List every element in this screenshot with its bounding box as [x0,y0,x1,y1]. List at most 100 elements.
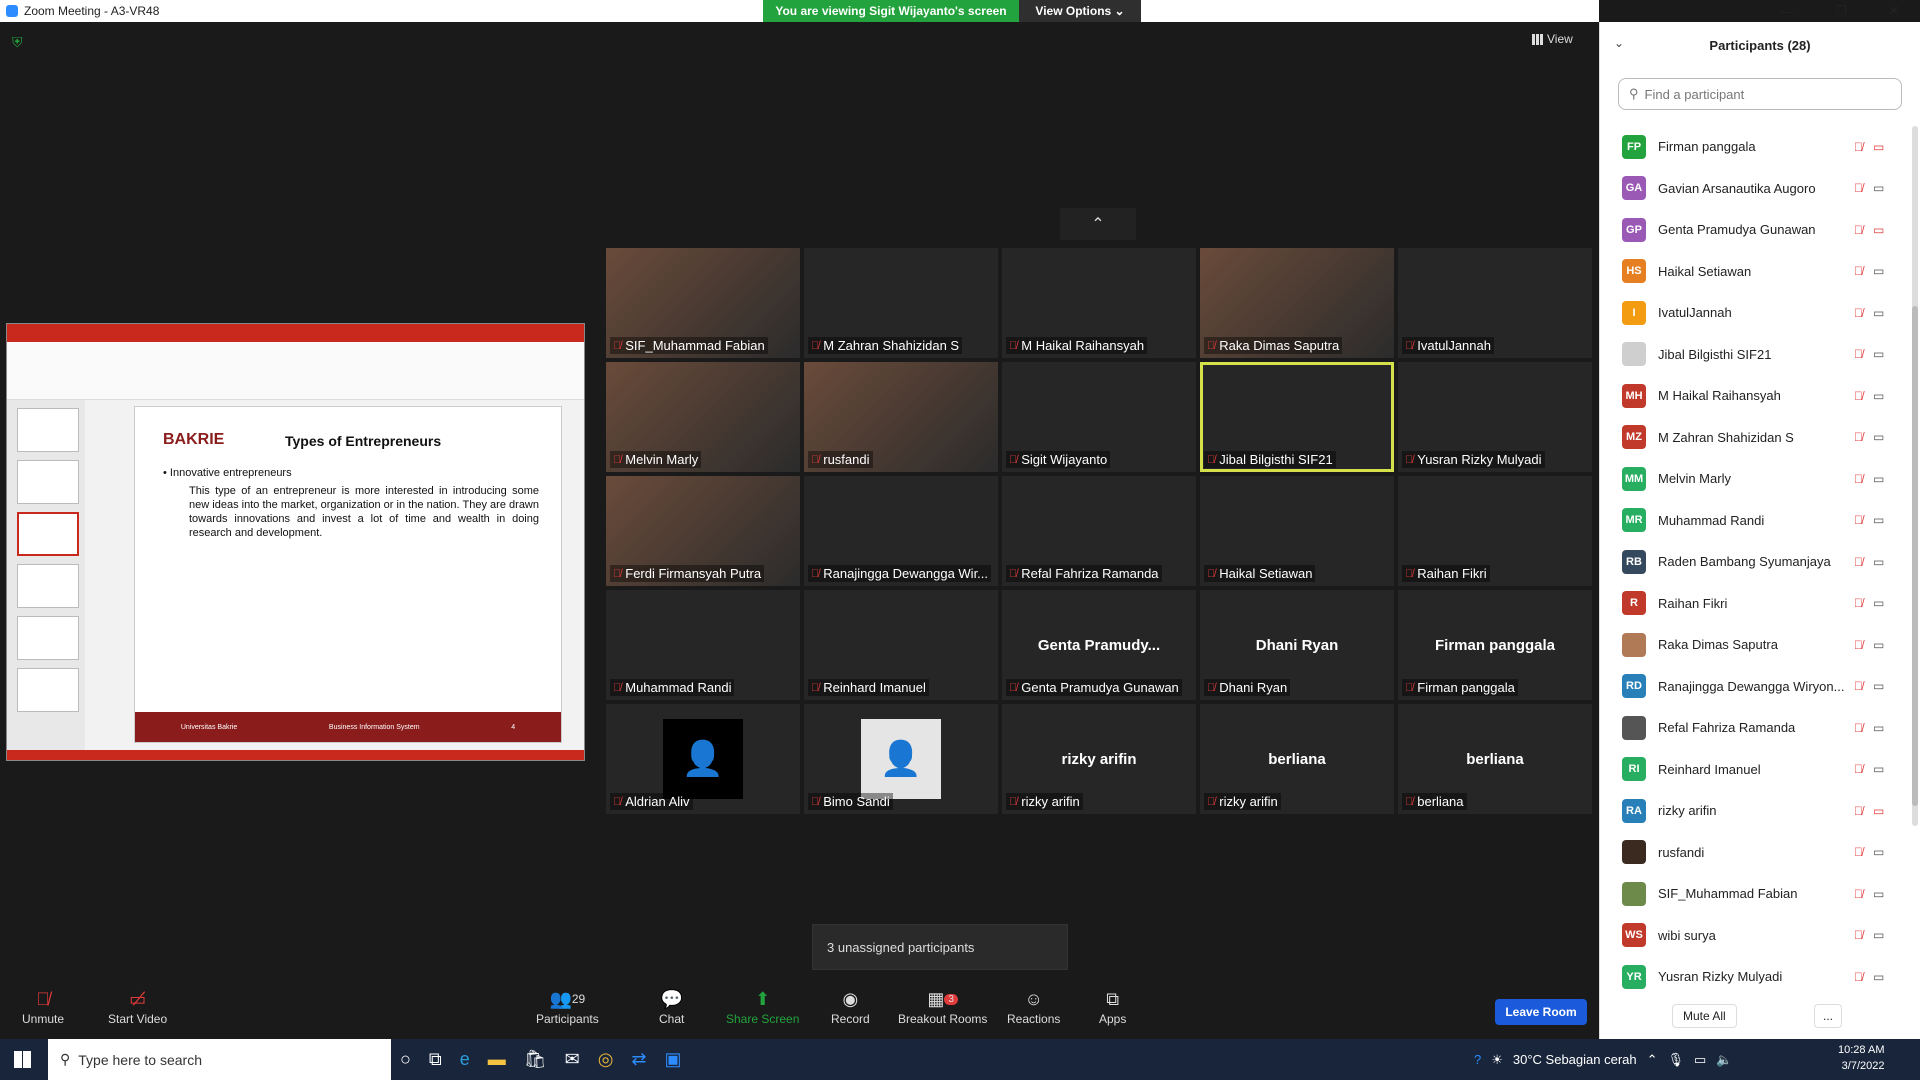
participant-row[interactable]: MR Muhammad Randi 🎙̸ ▭ [1600,500,1906,541]
taskbar-search-input[interactable]: ⚲ Type here to search [48,1039,391,1080]
participant-row[interactable]: RD Ranajingga Dewangga Wiryon... 🎙̸ ▭ [1600,666,1906,707]
mic-muted-icon[interactable]: 🎙̸ [1854,306,1863,320]
video-tile[interactable]: 🎙̸ Muhammad Randi [606,590,800,700]
mic-muted-icon[interactable]: 🎙̸ [1854,721,1863,735]
mic-muted-icon[interactable]: 🎙̸ [1854,223,1863,237]
participant-row[interactable]: MM Melvin Marly 🎙̸ ▭ [1600,458,1906,499]
participant-row[interactable]: RB Raden Bambang Syumanjaya 🎙̸ ▭ [1600,541,1906,582]
weather-text[interactable]: 30°C Sebagian cerah [1513,1052,1637,1067]
network-icon[interactable]: ▭ [1694,1052,1706,1068]
video-tile[interactable]: 👤 🎙̸ Aldrian Aliv [606,704,800,814]
video-tile[interactable]: berliana 🎙̸ berliana [1398,704,1592,814]
participant-row[interactable]: Jibal Bilgisthi SIF21 🎙̸ ▭ [1600,334,1906,375]
scrollbar-thumb[interactable] [1912,306,1918,806]
video-tile[interactable]: Firman panggala 🎙̸ Firman panggala [1398,590,1592,700]
minimize-icon[interactable]: — [1781,4,1794,19]
participant-row[interactable]: YR Yusran Rizky Mulyadi 🎙̸ ▭ [1600,956,1906,997]
video-tile[interactable]: 🎙̸ SIF_Muhammad Fabian [606,248,800,358]
mic-muted-icon[interactable]: 🎙̸ [1854,679,1863,693]
video-icon[interactable]: ▭ [1873,679,1884,693]
mic-tray-icon[interactable]: 🎙 [1668,1052,1685,1068]
chrome-icon[interactable]: ◎ [598,1049,614,1070]
store-icon[interactable]: 🛍 [524,1049,547,1070]
mic-muted-icon[interactable]: 🎙̸ [1854,140,1863,154]
participant-row[interactable]: R Raihan Fikri 🎙̸ ▭ [1600,583,1906,624]
video-tile[interactable]: 🎙̸ rusfandi [804,362,998,472]
video-icon[interactable]: ▭ [1873,887,1884,901]
close-icon[interactable]: ✕ [1888,3,1899,19]
video-icon[interactable]: ▭ [1873,472,1884,486]
participant-row[interactable]: FP Firman panggala 🎙̸ ▭ [1600,126,1906,167]
system-clock[interactable]: 10:28 AM 3/7/2022 [1838,1042,1884,1074]
video-tile[interactable]: 🎙̸ Ranajingga Dewangga Wir... [804,476,998,586]
video-off-icon[interactable]: ▭ [1873,223,1884,237]
more-options-button[interactable]: ... [1814,1004,1843,1028]
video-tile[interactable]: 🎙̸ Ferdi Firmansyah Putra [606,476,800,586]
video-tile[interactable]: Genta Pramudy... 🎙̸ Genta Pramudya Gunawan [1002,590,1196,700]
video-tile[interactable]: 👤 🎙̸ Bimo Sandi [804,704,998,814]
file-explorer-icon[interactable]: ▬ [488,1049,506,1070]
video-tile[interactable]: Dhani Ryan 🎙̸ Dhani Ryan [1200,590,1394,700]
participant-row[interactable]: GA Gavian Arsanautika Augoro 🎙̸ ▭ [1600,168,1906,209]
video-icon[interactable]: ▭ [1873,928,1884,942]
participant-row[interactable]: MZ M Zahran Shahizidan S 🎙̸ ▭ [1600,417,1906,458]
mic-muted-icon[interactable]: 🎙̸ [1854,596,1863,610]
mic-muted-icon[interactable]: 🎙̸ [1854,347,1863,361]
participant-row[interactable]: rusfandi 🎙̸ ▭ [1600,832,1906,873]
collapse-grid-button[interactable]: ⌃ [1060,208,1136,240]
video-icon[interactable]: ▭ [1873,264,1884,278]
video-tile[interactable]: 🎙̸ Raka Dimas Saputra [1200,248,1394,358]
mic-muted-icon[interactable]: 🎙̸ [1854,555,1863,569]
video-tile[interactable]: 🎙̸ Melvin Marly [606,362,800,472]
mic-muted-icon[interactable]: 🎙̸ [1854,513,1863,527]
mic-muted-icon[interactable]: 🎙̸ [1854,928,1863,942]
video-icon[interactable]: ▭ [1873,845,1884,859]
unmute-button[interactable]: 🎙̸ Unmute [22,986,64,1027]
teamviewer-icon[interactable]: ⇄ [631,1049,646,1070]
participants-button[interactable]: 👥 29 Participants [536,986,599,1027]
video-off-icon[interactable]: ▭ [1873,804,1884,818]
video-icon[interactable]: ▭ [1873,389,1884,403]
mail-icon[interactable]: ✉ [565,1049,580,1070]
participant-row[interactable]: MH M Haikal Raihansyah 🎙̸ ▭ [1600,375,1906,416]
mic-muted-icon[interactable]: 🎙̸ [1854,472,1863,486]
video-tile[interactable]: 🎙̸ IvatulJannah [1398,248,1592,358]
participant-row[interactable]: HS Haikal Setiawan 🎙̸ ▭ [1600,251,1906,292]
participant-row[interactable]: Refal Fahriza Ramanda 🎙̸ ▭ [1600,707,1906,748]
video-icon[interactable]: ▭ [1873,762,1884,776]
participant-row[interactable]: GP Genta Pramudya Gunawan 🎙̸ ▭ [1600,209,1906,250]
mic-muted-icon[interactable]: 🎙̸ [1854,430,1863,444]
video-icon[interactable]: ▭ [1873,430,1884,444]
participant-row[interactable]: RA rizky arifin 🎙̸ ▭ [1600,790,1906,831]
task-view-icon[interactable]: ⧉ [429,1049,442,1070]
video-icon[interactable]: ▭ [1873,347,1884,361]
mic-muted-icon[interactable]: 🎙̸ [1854,887,1863,901]
video-icon[interactable]: ▭ [1873,181,1884,195]
participant-search-input[interactable]: ⚲ Find a participant [1618,78,1902,110]
chat-button[interactable]: 💬 Chat [659,986,684,1027]
video-tile[interactable]: 🎙̸ Raihan Fikri [1398,476,1592,586]
video-icon[interactable]: ▭ [1873,596,1884,610]
reactions-button[interactable]: ☺ Reactions [1007,986,1060,1027]
video-tile[interactable]: berliana 🎙̸ rizky arifin [1200,704,1394,814]
participant-row[interactable]: RI Reinhard Imanuel 🎙̸ ▭ [1600,749,1906,790]
breakout-rooms-button[interactable]: ▦ 3 Breakout Rooms [898,986,987,1027]
mic-muted-icon[interactable]: 🎙̸ [1854,638,1863,652]
zoom-icon[interactable]: ▣ [665,1049,682,1070]
mic-muted-icon[interactable]: 🎙̸ [1854,804,1863,818]
video-icon[interactable]: ▭ [1873,306,1884,320]
video-tile[interactable]: 🎙̸ M Haikal Raihansyah [1002,248,1196,358]
video-tile[interactable]: rizky arifin 🎙̸ rizky arifin [1002,704,1196,814]
windows-start-icon[interactable] [14,1051,31,1068]
video-tile[interactable]: 🎙̸ Sigit Wijayanto [1002,362,1196,472]
video-icon[interactable]: ▭ [1873,638,1884,652]
participant-row[interactable]: SIF_Muhammad Fabian 🎙̸ ▭ [1600,873,1906,914]
mic-muted-icon[interactable]: 🎙̸ [1854,181,1863,195]
apps-button[interactable]: ⧉ Apps [1099,986,1126,1027]
edge-icon[interactable]: e [460,1049,470,1070]
video-tile[interactable]: 🎙̸ Refal Fahriza Ramanda [1002,476,1196,586]
share-screen-button[interactable]: ⬆ Share Screen [726,986,799,1027]
mic-muted-icon[interactable]: 🎙̸ [1854,389,1863,403]
help-icon[interactable]: ? [1474,1052,1481,1067]
mic-muted-icon[interactable]: 🎙̸ [1854,970,1863,984]
